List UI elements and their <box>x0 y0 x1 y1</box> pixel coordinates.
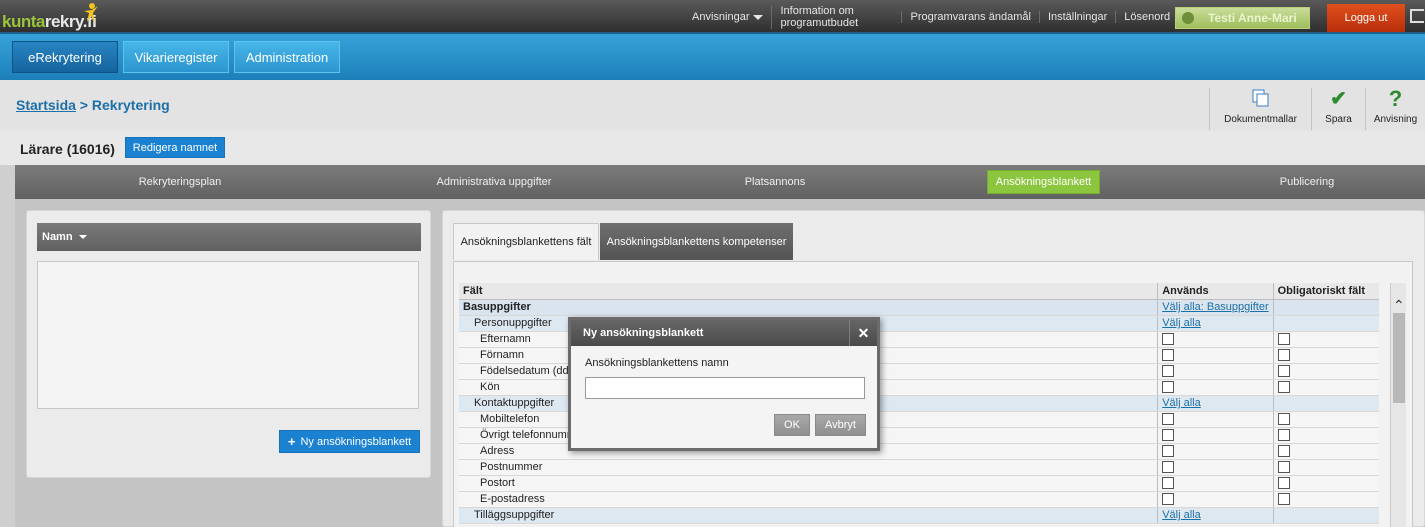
main-nav: eRekrytering Vikarieregister Administrat… <box>0 34 1425 80</box>
mandatory-checkbox[interactable] <box>1277 365 1290 378</box>
table-row: Basuppgifter Välj alla: Basuppgifter <box>459 299 1379 316</box>
table-row: E-postadress <box>459 491 1379 508</box>
help-button[interactable]: ? Anvisning <box>1365 88 1425 130</box>
used-checkbox[interactable] <box>1162 365 1175 378</box>
column-header-falt: Fält <box>459 283 1158 300</box>
used-checkbox[interactable] <box>1162 349 1175 362</box>
breadcrumb-current: Rekrytering <box>91 97 170 113</box>
documents-icon <box>1252 89 1268 107</box>
mandatory-checkbox[interactable] <box>1277 381 1290 394</box>
form-name-label: Ansökningsblankettens namn <box>585 357 729 369</box>
used-checkbox[interactable] <box>1162 461 1175 474</box>
question-icon: ? <box>1388 86 1403 111</box>
mandatory-checkbox[interactable] <box>1277 461 1290 474</box>
title-row: Lärare (16016) Redigera namnet <box>0 131 1425 165</box>
breadcrumb-home-link[interactable]: Startsida <box>16 97 76 113</box>
mandatory-checkbox[interactable] <box>1277 349 1290 362</box>
step-ansokningsblankett[interactable]: Ansökningsblankett <box>987 170 1100 194</box>
mandatory-checkbox[interactable] <box>1277 445 1290 458</box>
used-checkbox[interactable] <box>1162 493 1175 506</box>
kuntarekry-logo[interactable]: kuntarekry.fi <box>0 2 120 32</box>
column-header-anvands: Används <box>1157 283 1274 300</box>
mandatory-checkbox[interactable] <box>1277 493 1290 506</box>
table-scrollbar[interactable]: ⌃ <box>1390 283 1406 527</box>
step-bar: Rekryteringsplan Administrativa uppgifte… <box>15 165 1425 199</box>
dialog-title: Ny ansökningsblankett <box>583 327 704 339</box>
table-row: Postort <box>459 475 1379 492</box>
top-bar: kuntarekry.fi Anvisningar Information om… <box>0 0 1425 34</box>
step-publicering[interactable]: Publicering <box>1222 170 1392 194</box>
sort-down-icon <box>78 235 87 239</box>
new-form-button[interactable]: + Ny ansökningsblankett <box>279 430 420 453</box>
programvarans-andamal-link[interactable]: Programvarans ändamål <box>901 11 1038 23</box>
mandatory-checkbox[interactable] <box>1277 477 1290 490</box>
breadcrumb: Startsida > Rekrytering <box>16 97 170 113</box>
breadcrumb-row: Startsida > Rekrytering Dokumentmallar ✔… <box>0 80 1425 131</box>
select-all-link[interactable]: Välj alla <box>1162 509 1201 521</box>
field-label: Postnummer <box>459 459 1158 476</box>
step-platsannons[interactable]: Platsannons <box>690 170 860 194</box>
user-icon <box>1182 12 1194 24</box>
rename-button[interactable]: Redigera namnet <box>125 137 225 158</box>
user-box[interactable]: Testi Anne-Mari <box>1175 7 1310 29</box>
user-name: Testi Anne-Mari <box>1208 11 1297 25</box>
step-administrativa-uppgifter[interactable]: Administrativa uppgifter <box>409 170 579 194</box>
step-rekryteringsplan[interactable]: Rekryteringsplan <box>95 170 265 194</box>
dialog-header: Ny ansökningsblankett ✕ <box>571 320 877 346</box>
close-icon[interactable]: ✕ <box>849 320 877 346</box>
mandatory-checkbox[interactable] <box>1277 333 1290 346</box>
menu-icon[interactable] <box>1410 9 1424 23</box>
anvisningar-menu[interactable]: Anvisningar <box>684 11 771 23</box>
logout-button[interactable]: Logga ut <box>1327 4 1405 32</box>
used-checkbox[interactable] <box>1162 413 1175 426</box>
form-list <box>37 261 419 409</box>
name-column-header[interactable]: Namn <box>37 223 421 251</box>
used-checkbox[interactable] <box>1162 477 1175 490</box>
used-checkbox[interactable] <box>1162 381 1175 394</box>
table-row: Tilläggsuppgifter Välj alla <box>459 507 1379 524</box>
used-checkbox[interactable] <box>1162 445 1175 458</box>
form-list-panel: Namn + Ny ansökningsblankett <box>26 210 431 478</box>
save-button[interactable]: ✔ Spara <box>1311 88 1365 130</box>
ok-button[interactable]: OK <box>774 414 810 436</box>
select-all-link[interactable]: Välj alla: Basuppgifter <box>1162 301 1268 313</box>
form-name-input[interactable] <box>585 377 865 399</box>
scrollbar-thumb[interactable] <box>1393 313 1405 403</box>
information-link[interactable]: Information om programutbudet <box>771 5 901 29</box>
cancel-button[interactable]: Avbryt <box>815 414 866 436</box>
chevron-up-icon[interactable]: ⌃ <box>1393 297 1405 314</box>
used-checkbox[interactable] <box>1162 429 1175 442</box>
column-header-obligatoriskt: Obligatoriskt fält <box>1272 283 1379 300</box>
dokumentmallar-button[interactable]: Dokumentmallar <box>1209 88 1311 130</box>
mandatory-checkbox[interactable] <box>1277 429 1290 442</box>
tab-erekrytering[interactable]: eRekrytering <box>12 41 118 73</box>
used-checkbox[interactable] <box>1162 333 1175 346</box>
table-row: Postnummer <box>459 459 1379 476</box>
losenord-link[interactable]: Lösenord <box>1115 11 1178 23</box>
chevron-down-icon <box>753 14 764 20</box>
tab-administration[interactable]: Administration <box>234 41 340 73</box>
select-all-link[interactable]: Välj alla <box>1162 317 1201 329</box>
logo-figure-icon <box>84 3 98 23</box>
tab-form-competences[interactable]: Ansökningsblankettens kompetenser <box>600 223 793 260</box>
plus-icon: + <box>287 434 296 449</box>
installningar-link[interactable]: Inställningar <box>1038 11 1115 23</box>
page-title: Lärare (16016) <box>20 141 115 157</box>
new-form-dialog: Ny ansökningsblankett ✕ Ansökningsblanke… <box>568 317 880 451</box>
field-label: Tilläggsuppgifter <box>459 507 1158 524</box>
tab-vikarieregister[interactable]: Vikarieregister <box>123 41 229 73</box>
checkmark-icon: ✔ <box>1330 88 1347 110</box>
field-label: E-postadress <box>459 491 1158 508</box>
field-label: Basuppgifter <box>459 299 1158 316</box>
select-all-link[interactable]: Välj alla <box>1162 397 1201 409</box>
mandatory-checkbox[interactable] <box>1277 413 1290 426</box>
field-label: Postort <box>459 475 1158 492</box>
tab-form-fields[interactable]: Ansökningsblankettens fält <box>453 223 599 260</box>
